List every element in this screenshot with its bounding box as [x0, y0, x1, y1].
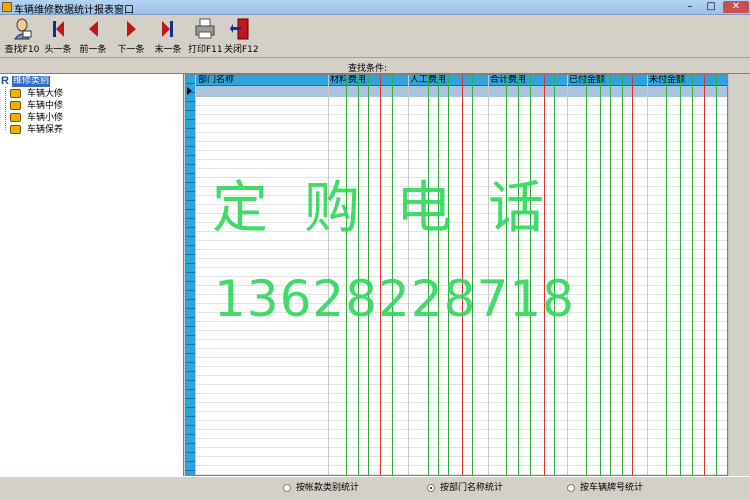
- folder-icon: [10, 89, 21, 98]
- watermark-line-1: 定购电话: [212, 176, 580, 241]
- grid-column-line: [647, 75, 648, 475]
- grid-column-line: [195, 75, 196, 475]
- title-bar: 车辆维修数据统计报表窗口 – □ ✕: [0, 0, 750, 16]
- last-record-label: 末一条: [154, 45, 182, 55]
- next-arrow-icon: [127, 21, 136, 37]
- first-record-label: 头一条: [44, 45, 72, 55]
- prev-record-label: 前一条: [79, 45, 107, 55]
- tree-connector: [5, 87, 6, 130]
- grid-column-line: [632, 75, 633, 475]
- grid-column-line: [716, 75, 717, 475]
- app-icon: [2, 2, 12, 12]
- column-header[interactable]: 材料费用: [330, 75, 366, 86]
- exit-door-icon: [230, 18, 249, 40]
- first-record-button[interactable]: 头一条: [43, 17, 73, 57]
- grid-column-line: [600, 75, 601, 475]
- category-tree: R 维修类别 车辆大修 车辆中修 车辆小修 车辆保养: [0, 74, 184, 476]
- search-icon: [14, 18, 32, 40]
- print-button[interactable]: 打印F11: [188, 17, 223, 57]
- column-header[interactable]: 部门名称: [198, 75, 234, 86]
- grid-column-line: [622, 75, 623, 475]
- tree-item-label: 车辆大修: [27, 89, 64, 99]
- condition-label: 查找条件:: [348, 64, 388, 74]
- grid-column-line: [680, 75, 681, 475]
- radio-dot[interactable]: [283, 484, 291, 492]
- stat-mode-bar: 按帐款类别统计 按部门名称统计 按车辆牌号统计: [0, 476, 750, 500]
- grid-column-line: [692, 75, 693, 475]
- folder-icon: [10, 101, 21, 110]
- tree-item-label: 车辆中修: [27, 101, 64, 111]
- tree-item-label: 车辆保养: [27, 125, 64, 135]
- column-header[interactable]: 合计费用: [490, 75, 526, 86]
- tree-item-label: 车辆小修: [27, 113, 64, 123]
- close-window-button[interactable]: ✕: [723, 1, 749, 13]
- tree-root-label: 维修类别: [12, 76, 51, 87]
- minimize-button[interactable]: –: [682, 1, 698, 13]
- close-label: 关闭F12: [224, 45, 259, 55]
- folder-icon: [10, 125, 21, 134]
- grid-column-line: [704, 75, 705, 475]
- grid-column-line: [666, 75, 667, 475]
- grid-column-line: [586, 75, 587, 475]
- next-record-button[interactable]: 下一条: [116, 17, 146, 57]
- radio-label: 按部门名称统计: [440, 483, 504, 493]
- radio-dot[interactable]: [427, 484, 435, 492]
- printer-icon: [195, 18, 215, 39]
- prev-arrow-icon: [89, 21, 98, 37]
- row-header-column: [186, 75, 195, 475]
- condition-bar: 查找条件:: [0, 59, 750, 74]
- folder-icon: [10, 113, 21, 122]
- next-record-label: 下一条: [117, 45, 145, 55]
- radio-dot[interactable]: [567, 484, 575, 492]
- first-record-icon: [53, 21, 64, 37]
- query-label: 查找F10: [4, 45, 40, 55]
- radio-label: 按帐款类别统计: [296, 483, 360, 493]
- row-pointer-icon: [187, 87, 192, 95]
- watermark-line-2: 13628228718: [214, 270, 575, 328]
- vertical-scrollbar[interactable]: [728, 74, 750, 476]
- close-button[interactable]: 关闭F12: [224, 17, 259, 57]
- report-icon: R: [1, 75, 9, 87]
- last-record-button[interactable]: 末一条: [153, 17, 183, 57]
- toolbar: 查找F10 头一条 前一条 下一条 末一条 打印F11 关闭F12: [0, 15, 750, 58]
- maximize-button[interactable]: □: [703, 1, 719, 13]
- query-button[interactable]: 查找F10: [4, 17, 40, 57]
- radio-label: 按车辆牌号统计: [580, 483, 644, 493]
- print-label: 打印F11: [188, 45, 223, 55]
- last-record-icon: [162, 21, 173, 37]
- grid-column-line: [610, 75, 611, 475]
- prev-record-button[interactable]: 前一条: [78, 17, 108, 57]
- window-title: 车辆维修数据统计报表窗口: [14, 5, 134, 16]
